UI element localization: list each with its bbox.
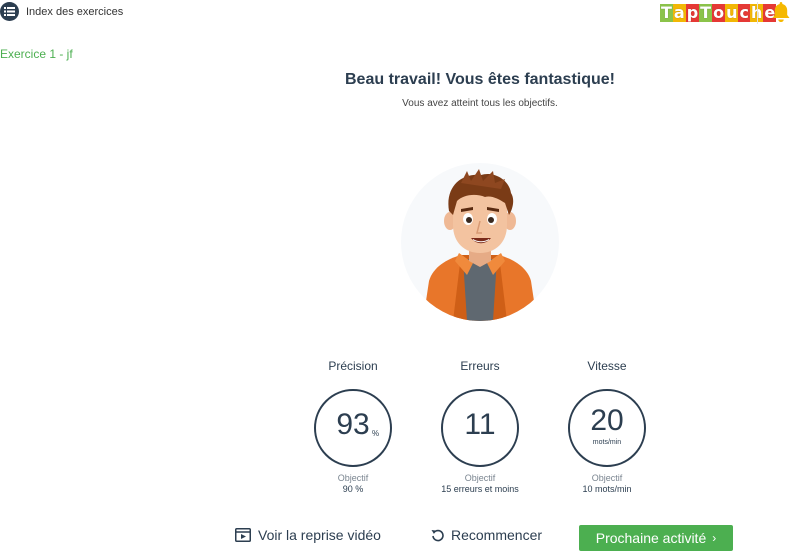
watch-replay-button[interactable]: Voir la reprise vidéo <box>235 527 381 543</box>
logo-letter: p <box>685 3 700 22</box>
stat-precision: Précision 93 % Objectif 90 % <box>293 359 413 494</box>
avatar <box>401 163 559 321</box>
divider <box>757 2 758 24</box>
logo-letter: T <box>660 3 673 22</box>
precision-ring: 93 % <box>314 389 392 467</box>
errors-value: 11 <box>464 408 496 441</box>
action-bar: Voir la reprise vidéo Recommencer Procha… <box>0 525 800 555</box>
next-activity-button[interactable]: Prochaine activité › <box>579 525 733 551</box>
restart-button[interactable]: Recommencer <box>431 527 542 543</box>
exercise-index-link[interactable]: Index des exercices <box>0 2 123 21</box>
precision-unit: % <box>372 429 380 438</box>
speed-value: 20 <box>590 404 624 437</box>
errors-ring: 11 <box>441 389 519 467</box>
stat-label-precision: Précision <box>328 359 378 373</box>
next-activity-label: Prochaine activité <box>595 530 707 546</box>
result-subline: Vous avez atteint tous les objectifs. <box>402 98 558 109</box>
stat-errors: Erreurs 11 Objectif 15 erreurs et moins <box>420 359 540 494</box>
logo-letter: T <box>699 3 713 22</box>
notification-bell-icon[interactable] <box>771 1 791 23</box>
taptouche-logo: TapTouche <box>660 0 777 22</box>
precision-objective-value: 90 % <box>342 484 364 494</box>
logo-letter: a <box>672 3 686 22</box>
exercise-title: Exercice 1 - jf <box>0 47 73 61</box>
chevron-right-icon: › <box>712 531 717 545</box>
restart-icon <box>431 529 444 541</box>
exercise-index-label: Index des exercices <box>26 5 124 18</box>
errors-objective-title: Objectif <box>464 473 496 483</box>
stat-label-speed: Vitesse <box>587 359 627 373</box>
speed-unit: mots/min <box>592 439 622 446</box>
speed-objective-title: Objectif <box>591 473 623 483</box>
speed-objective-value: 10 mots/min <box>582 484 632 494</box>
cartoon-character-illustration <box>423 169 537 321</box>
top-bar: Index des exercices TapTouche <box>0 0 800 28</box>
stat-speed: Vitesse 20 mots/min Objectif 10 mots/min <box>547 359 667 494</box>
watch-replay-label: Voir la reprise vidéo <box>258 527 381 543</box>
list-icon <box>0 2 19 21</box>
errors-objective-value: 15 erreurs et moins <box>441 484 519 494</box>
logo-letter: u <box>725 3 739 22</box>
result-headline: Beau travail! Vous êtes fantastique! <box>345 71 615 88</box>
restart-label: Recommencer <box>451 527 543 543</box>
video-icon <box>235 528 251 542</box>
precision-objective-title: Objectif <box>337 473 369 483</box>
logo-letter: c <box>738 3 750 22</box>
speed-ring: 20 mots/min <box>568 389 646 467</box>
logo-letter: o <box>712 3 726 22</box>
stat-label-errors: Erreurs <box>460 359 500 373</box>
